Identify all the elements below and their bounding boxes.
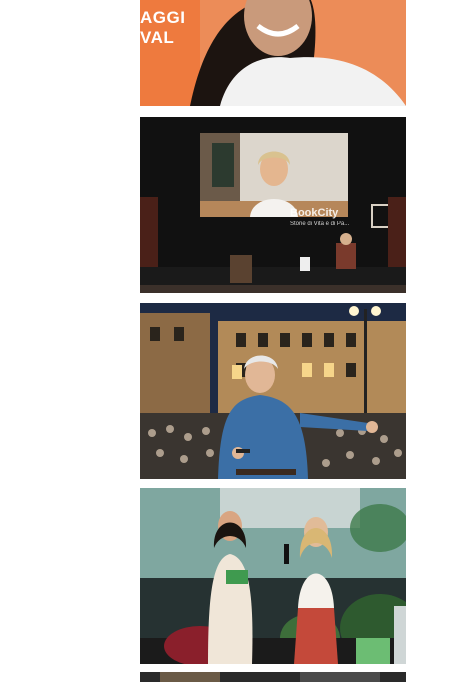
stage-caption-text: Storie di Vita e di Pa... [290,221,350,227]
photo-1-overlay-text: AGGI VAL [140,8,186,47]
gallery-photo-5[interactable] [140,672,406,682]
photo-3-image [140,303,406,479]
gallery-photo-3[interactable] [140,303,406,479]
stage-brand-text: BookCity [290,207,339,219]
photo-2-image [140,117,406,293]
gallery-photo-1[interactable]: AGGI VAL [140,0,406,106]
gallery-photo-4[interactable] [140,488,406,664]
photo-4-image [140,488,406,664]
gallery-photo-2[interactable]: BookCity Storie di Vita e di Pa... [140,117,406,293]
photo-5-image [140,672,406,682]
